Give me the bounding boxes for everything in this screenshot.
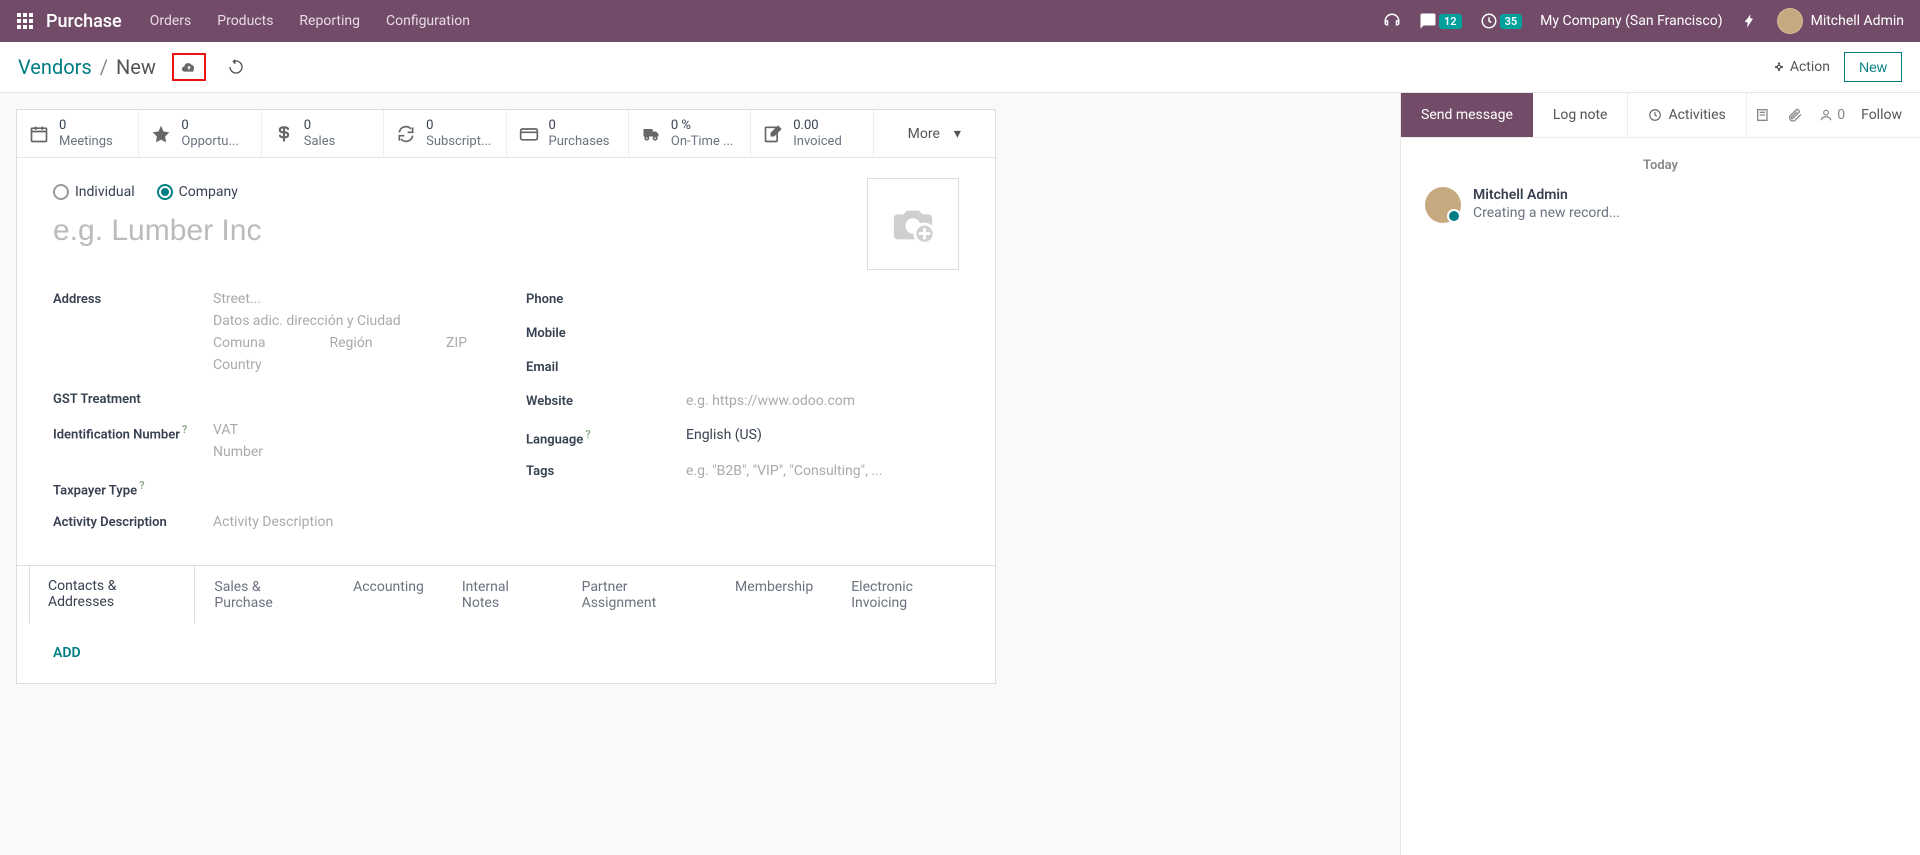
chatter-message: Mitchell Admin Creating a new record... [1425,187,1896,223]
nav-orders[interactable]: Orders [150,13,192,29]
input-language[interactable]: English (US) [686,424,959,446]
user-name: Mitchell Admin [1811,13,1904,29]
image-upload[interactable] [867,178,959,270]
user-avatar [1777,8,1803,34]
label-email: Email [526,356,686,375]
stat-subscriptions[interactable]: 0Subscript... [384,110,506,157]
voip-icon[interactable] [1383,12,1401,30]
action-menu[interactable]: Action [1772,59,1830,75]
nav-configuration[interactable]: Configuration [386,13,470,29]
add-contact-button[interactable]: ADD [17,623,117,683]
card-icon [519,124,539,144]
breadcrumb-sep: / [100,55,108,79]
radio-individual[interactable]: Individual [53,184,135,200]
message-text: Creating a new record... [1473,205,1620,221]
refresh-icon [396,124,416,144]
tab-contacts[interactable]: Contacts & Addresses [29,565,195,623]
input-country[interactable]: Country [213,354,486,376]
caret-down-icon: ▾ [954,126,961,142]
message-author: Mitchell Admin [1473,187,1620,203]
followers-count[interactable]: 0 [1819,107,1845,123]
stat-sales[interactable]: 0Sales [262,110,384,157]
tab-accounting[interactable]: Accounting [334,566,443,623]
user-menu[interactable]: Mitchell Admin [1777,8,1904,34]
discard-button[interactable] [228,59,244,75]
stat-more[interactable]: More ▾ [874,110,995,157]
tab-sales[interactable]: Sales & Purchase [195,566,334,623]
calendar-icon [29,124,49,144]
label-website: Website [526,390,686,409]
nav-menu: Orders Products Reporting Configuration [150,13,470,29]
chatter-date: Today [1425,158,1896,173]
activities-badge: 35 [1500,14,1523,29]
input-street2[interactable]: Datos adic. dirección y Ciudad [213,310,486,332]
label-language: Language? [526,424,686,447]
input-number[interactable]: Number [213,441,486,463]
pencil-icon [763,124,783,144]
star-icon [151,124,171,144]
input-tags[interactable]: e.g. "B2B", "VIP", "Consulting", ... [686,460,959,482]
name-input[interactable] [53,210,687,252]
form-tabs: Contacts & Addresses Sales & Purchase Ac… [17,565,995,623]
input-website[interactable]: e.g. https://www.odoo.com [686,390,959,412]
input-vat[interactable]: VAT [213,419,486,441]
breadcrumb-vendors[interactable]: Vendors [18,55,92,79]
company-selector[interactable]: My Company (San Francisco) [1540,13,1722,29]
label-tags: Tags [526,460,686,479]
apps-icon[interactable] [16,12,34,30]
label-gst: GST Treatment [53,388,213,407]
input-zip[interactable]: ZIP [446,332,486,354]
main-navbar: Purchase Orders Products Reporting Confi… [0,0,1920,42]
send-message-button[interactable]: Send message [1401,93,1533,137]
stat-invoiced[interactable]: 0.00Invoiced [751,110,873,157]
messages-badge: 12 [1439,14,1462,29]
new-button[interactable]: New [1844,52,1902,82]
input-region[interactable]: Región [330,332,423,354]
nav-products[interactable]: Products [217,13,273,29]
truck-icon [641,124,661,144]
label-idnum: Identification Number? [53,419,213,442]
dollar-icon [274,124,294,144]
search-messages-icon[interactable] [1755,107,1771,123]
label-address: Address [53,288,213,307]
stat-meetings[interactable]: 0Meetings [17,110,139,157]
stat-buttons: 0Meetings 0Opportu... 0Sales [17,110,995,158]
stat-purchases[interactable]: 0Purchases [507,110,629,157]
input-mobile[interactable] [686,322,959,344]
input-street[interactable]: Street... [213,288,486,310]
radio-icon [53,184,69,200]
form-sheet: 0Meetings 0Opportu... 0Sales [16,109,996,684]
nav-reporting[interactable]: Reporting [299,13,360,29]
activities-button[interactable]: Activities [1627,93,1746,137]
breadcrumb-bar: Vendors / New Action New [0,42,1920,93]
messages-icon[interactable]: 12 [1419,12,1462,30]
label-phone: Phone [526,288,686,307]
activities-icon[interactable]: 35 [1480,12,1523,30]
input-phone[interactable] [686,288,959,310]
label-mobile: Mobile [526,322,686,341]
message-avatar [1425,187,1461,223]
label-activity: Activity Description [53,511,213,530]
input-activity[interactable]: Activity Description [213,511,486,533]
tab-membership[interactable]: Membership [716,566,832,623]
input-comuna[interactable]: Comuna [213,332,306,354]
attachments-icon[interactable] [1787,107,1803,123]
stat-opportunities[interactable]: 0Opportu... [139,110,261,157]
radio-icon [157,184,173,200]
tab-einvoicing[interactable]: Electronic Invoicing [832,566,983,623]
label-taxpayer: Taxpayer Type? [53,475,213,498]
radio-company[interactable]: Company [157,184,238,200]
tools-icon[interactable] [1741,12,1759,30]
chatter-panel: Send message Log note Activities 0 Follo… [1400,93,1920,855]
save-button[interactable] [172,53,206,81]
tab-partner[interactable]: Partner Assignment [563,566,716,623]
breadcrumb-current: New [116,55,156,79]
stat-ontime[interactable]: 0 %On-Time ... [629,110,751,157]
tab-notes[interactable]: Internal Notes [443,566,563,623]
follow-button[interactable]: Follow [1861,107,1902,123]
app-brand[interactable]: Purchase [46,11,122,32]
log-note-button[interactable]: Log note [1533,93,1628,137]
input-email[interactable] [686,356,959,378]
